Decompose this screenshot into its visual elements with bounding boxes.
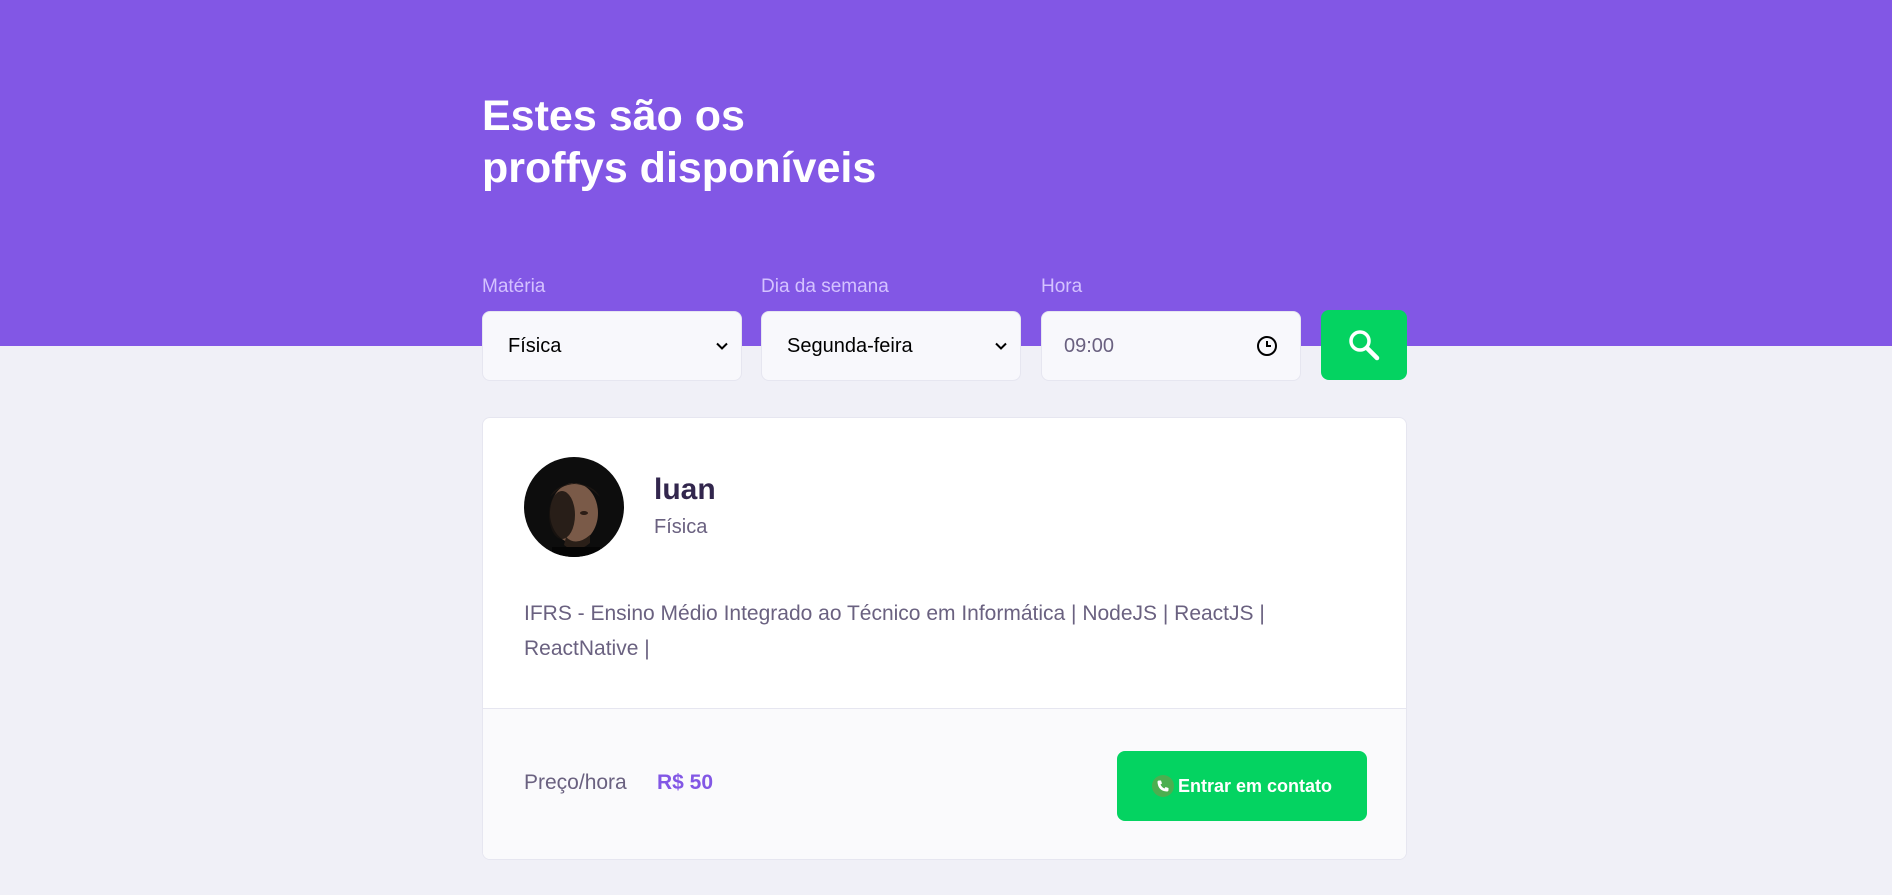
card-footer: Preço/hora R$ 50 Entrar em contato <box>483 708 1406 859</box>
avatar-photo <box>524 457 624 557</box>
time-input[interactable]: 09:00 <box>1041 311 1301 381</box>
clock-icon[interactable] <box>1256 335 1278 357</box>
weekday-label: Dia da semana <box>761 276 889 297</box>
whatsapp-phone-icon <box>1151 775 1174 797</box>
price-value: R$ 50 <box>657 771 714 794</box>
chevron-down-icon <box>716 342 728 350</box>
weekday-select-value: Segunda-feira <box>787 334 913 357</box>
teacher-name: luan <box>654 473 716 506</box>
phone-glyph-icon <box>1157 780 1169 792</box>
avatar <box>524 457 624 557</box>
contact-button-label: Entrar em contato <box>1177 775 1333 796</box>
weekday-select[interactable]: Segunda-feira <box>761 311 1021 381</box>
time-label: Hora <box>1041 276 1083 297</box>
subject-label: Matéria <box>482 276 546 297</box>
search-button[interactable] <box>1321 310 1407 380</box>
page-title-line-2: proffys disponíveis <box>482 144 877 192</box>
chevron-down-icon <box>995 342 1007 350</box>
price-label: Preço/hora <box>524 771 627 794</box>
subject-select-value: Física <box>508 334 562 357</box>
subject-select[interactable]: Física <box>482 311 742 381</box>
contact-button[interactable]: Entrar em contato <box>1117 751 1367 821</box>
time-input-value: 09:00 <box>1064 334 1115 357</box>
teacher-bio: IFRS - Ensino Médio Integrado ao Técnico… <box>524 602 1265 660</box>
search-icon <box>1349 330 1380 361</box>
page-title: Estes são os proffys disponíveis <box>482 90 1082 194</box>
teacher-subject: Física <box>654 516 708 538</box>
page-title-line-1: Estes são os <box>482 92 745 140</box>
teacher-card: luan Física IFRS - Ensino Médio Integrad… <box>482 417 1407 860</box>
